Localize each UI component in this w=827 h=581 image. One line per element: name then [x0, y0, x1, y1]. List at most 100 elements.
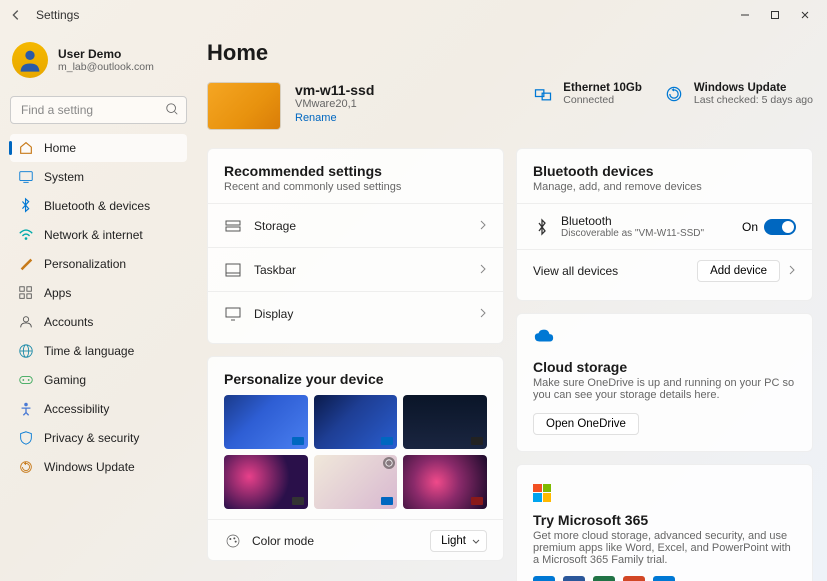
nav-label: Time & language	[44, 344, 134, 358]
close-button[interactable]	[791, 5, 819, 25]
network-sub: Connected	[563, 94, 642, 106]
card-title: Try Microsoft 365	[533, 512, 796, 528]
card-desc: Get more cloud storage, advanced securit…	[533, 530, 796, 566]
ethernet-icon	[531, 82, 555, 106]
update-icon	[662, 82, 686, 106]
setting-label: Display	[254, 307, 293, 321]
setting-storage[interactable]: Storage	[208, 203, 503, 247]
toggle-state: On	[742, 220, 758, 234]
nav-label: Privacy & security	[44, 431, 139, 445]
maximize-button[interactable]	[761, 5, 789, 25]
powerpoint-app-icon: P	[623, 576, 645, 581]
nav-label: Gaming	[44, 373, 86, 387]
titlebar: Settings	[0, 0, 827, 30]
network-status[interactable]: Ethernet 10Gb Connected	[531, 82, 642, 106]
setting-label: Taskbar	[254, 263, 296, 277]
cloud-storage-card: Cloud storage Make sure OneDrive is up a…	[516, 313, 813, 452]
sidebar-item-accessibility[interactable]: Accessibility	[10, 395, 187, 423]
hero: vm-w11-ssd VMware20,1 Rename Ethernet 10…	[207, 82, 813, 130]
wallpaper-option[interactable]	[403, 395, 487, 449]
microsoft-logo-icon	[533, 484, 551, 502]
device-model: VMware20,1	[295, 98, 374, 110]
sidebar-item-gaming[interactable]: Gaming	[10, 366, 187, 394]
nav-label: Accessibility	[44, 402, 109, 416]
nav-label: System	[44, 170, 84, 184]
bluetooth-icon	[533, 218, 551, 236]
search-icon	[165, 102, 179, 121]
nav-label: Network & internet	[44, 228, 143, 242]
card-desc: Make sure OneDrive is up and running on …	[533, 377, 796, 401]
search-input[interactable]	[10, 96, 187, 124]
card-sub: Recent and commonly used settings	[224, 181, 487, 193]
minimize-button[interactable]	[731, 5, 759, 25]
sidebar: User Demo m_lab@outlook.com Home System Bl…	[0, 30, 193, 581]
chevron-down-icon	[472, 539, 480, 545]
m365-card: Try Microsoft 365 Get more cloud storage…	[516, 464, 813, 581]
user-name: User Demo	[58, 47, 154, 61]
device-thumbnail[interactable]	[207, 82, 281, 130]
open-onedrive-button[interactable]: Open OneDrive	[533, 413, 639, 435]
word-app-icon: W	[563, 576, 585, 581]
sidebar-item-time-language[interactable]: Time & language	[10, 337, 187, 365]
update-status[interactable]: Windows Update Last checked: 5 days ago	[662, 82, 813, 106]
nav-label: Personalization	[44, 257, 126, 271]
update-sub: Last checked: 5 days ago	[694, 94, 813, 106]
person-icon	[18, 314, 34, 330]
sidebar-item-personalization[interactable]: Personalization	[10, 250, 187, 278]
device-name: vm-w11-ssd	[295, 82, 374, 98]
excel-app-icon: X	[593, 576, 615, 581]
bluetooth-label: Bluetooth	[561, 214, 704, 228]
sidebar-item-privacy-security[interactable]: Privacy & security	[10, 424, 187, 452]
bluetooth-icon	[18, 198, 34, 214]
wallpaper-option[interactable]	[224, 455, 308, 509]
chevron-right-icon	[479, 217, 487, 235]
sidebar-item-home[interactable]: Home	[10, 134, 187, 162]
access-icon	[18, 401, 34, 417]
recommended-card: Recommended settings Recent and commonly…	[207, 148, 504, 344]
sidebar-item-windows-update[interactable]: Windows Update	[10, 453, 187, 481]
wallpaper-option[interactable]	[224, 395, 308, 449]
onedrive-app-icon: ☁	[533, 576, 555, 581]
nav-label: Accounts	[44, 315, 93, 329]
wallpaper-option[interactable]	[403, 455, 487, 509]
setting-taskbar[interactable]: Taskbar	[208, 247, 503, 291]
card-title: Personalize your device	[224, 371, 487, 387]
card-title: Recommended settings	[224, 163, 487, 179]
setting-display[interactable]: Display	[208, 291, 503, 335]
bluetooth-toggle[interactable]	[764, 219, 796, 235]
view-all-devices-link[interactable]: View all devices	[533, 264, 618, 278]
nav-label: Windows Update	[44, 460, 135, 474]
wallpaper-option[interactable]	[314, 395, 398, 449]
chevron-right-icon	[479, 261, 487, 279]
bluetooth-sub: Discoverable as "VM-W11-SSD"	[561, 228, 704, 239]
setting-label: Storage	[254, 219, 296, 233]
shield-icon	[18, 430, 34, 446]
update-title: Windows Update	[694, 82, 813, 94]
brush-icon	[18, 256, 34, 272]
nav-label: Apps	[44, 286, 71, 300]
storage-icon	[224, 217, 242, 235]
rename-link[interactable]: Rename	[295, 112, 374, 124]
color-mode-label: Color mode	[252, 534, 314, 548]
slideshow-icon	[383, 457, 395, 469]
network-title: Ethernet 10Gb	[563, 82, 642, 94]
user-block[interactable]: User Demo m_lab@outlook.com	[10, 38, 187, 90]
card-sub: Manage, add, and remove devices	[533, 181, 796, 193]
back-button[interactable]	[8, 7, 24, 23]
sidebar-item-bluetooth-devices[interactable]: Bluetooth & devices	[10, 192, 187, 220]
wallpaper-option[interactable]	[314, 455, 398, 509]
game-icon	[18, 372, 34, 388]
sidebar-item-system[interactable]: System	[10, 163, 187, 191]
app-title: Settings	[36, 8, 79, 22]
sidebar-item-apps[interactable]: Apps	[10, 279, 187, 307]
cloud-icon	[533, 328, 796, 349]
system-icon	[18, 169, 34, 185]
bluetooth-card: Bluetooth devices Manage, add, and remov…	[516, 148, 813, 301]
avatar	[12, 42, 48, 78]
add-device-button[interactable]: Add device	[697, 260, 780, 282]
sidebar-item-accounts[interactable]: Accounts	[10, 308, 187, 336]
sidebar-item-network-internet[interactable]: Network & internet	[10, 221, 187, 249]
personalize-card: Personalize your device C	[207, 356, 504, 561]
chevron-right-icon	[788, 262, 796, 280]
color-mode-select[interactable]: Light	[430, 530, 487, 552]
